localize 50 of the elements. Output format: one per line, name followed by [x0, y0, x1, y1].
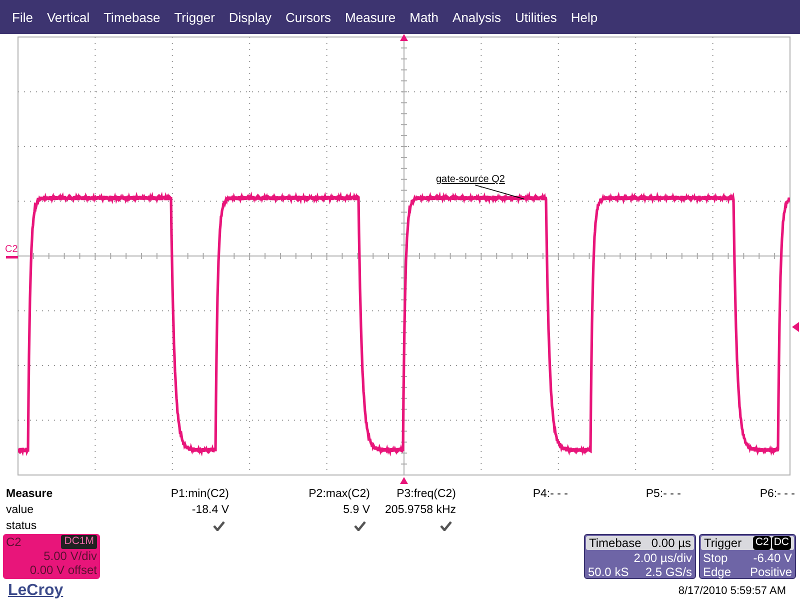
parameter-value: -18.4 V — [190, 503, 229, 518]
row-label: value — [6, 503, 34, 518]
menu-item[interactable]: Vertical — [40, 8, 97, 26]
channel-label: C2 — [5, 244, 18, 255]
trigger-type: Edge — [703, 565, 732, 579]
trigger-position-icon — [400, 477, 408, 484]
time-scale: 2.00 µs/div — [634, 551, 692, 565]
menu-item[interactable]: Display — [222, 8, 279, 26]
menu-item[interactable]: Timebase — [96, 8, 168, 26]
parameter-header[interactable]: P5:- - - — [568, 486, 681, 502]
sample-count: 50.0 kS — [588, 565, 629, 579]
menu-item[interactable]: Help — [564, 8, 605, 26]
channel-panel[interactable]: C2 DC1M 5.00 V/div 0.00 V offset — [3, 534, 100, 579]
brand-logo: LeCroy — [8, 582, 64, 600]
parameter-header[interactable]: P1:min(C2) — [100, 486, 229, 502]
menu-item[interactable]: Measure — [338, 8, 403, 26]
menu-item[interactable]: File — [5, 8, 40, 26]
menu-item[interactable]: Cursors — [278, 8, 338, 26]
measure-title: Measure — [6, 487, 54, 502]
vertical-offset: 0.00 V offset — [28, 563, 97, 577]
parameter-header[interactable]: P2:max(C2) — [229, 486, 370, 502]
parameter-value: 205.9758 kHz — [384, 503, 456, 518]
panel-title: Trigger — [704, 536, 742, 550]
trigger-level-icon — [792, 322, 799, 332]
parameter-value: 5.9 V — [342, 503, 370, 518]
timebase-delay: 0.00 µs — [651, 536, 691, 550]
parameter-header[interactable]: P4:- - - — [456, 486, 568, 502]
trigger-level: -6.40 V — [753, 551, 792, 565]
menu-item[interactable]: Trigger — [167, 8, 222, 26]
menu-item[interactable]: Math — [402, 8, 446, 26]
trigger-panel[interactable]: Trigger C2 DC Stop -6.40 V Edge Positive — [699, 534, 796, 579]
trigger-badge: C2 — [753, 536, 771, 550]
timestamp: 8/17/2010 5:59:57 AM — [678, 585, 786, 597]
timebase-panel[interactable]: Timebase 0.00 µs 2.00 µs/div 50.0 kS 2.5 GS/s — [584, 534, 696, 579]
ground-marker — [6, 256, 18, 258]
panel-title: Timebase — [589, 536, 642, 550]
leader-line — [474, 184, 524, 200]
trigger-slope: Positive — [750, 565, 792, 579]
coupling-badge: DC1M — [61, 535, 97, 549]
menu-item[interactable]: Analysis — [446, 8, 508, 26]
trigger-mode: Stop — [703, 551, 728, 565]
annotation-label: gate-source Q2 — [436, 174, 505, 185]
parameter-header[interactable]: P3:freq(C2) — [370, 486, 456, 502]
vertical-scale: 5.00 V/div — [42, 549, 97, 563]
row-label: status — [6, 519, 38, 534]
sample-rate: 2.5 GS/s — [645, 565, 692, 579]
channel-name: C2 — [6, 535, 22, 549]
parameter-header[interactable]: P6:- - - — [681, 486, 795, 502]
menu-item[interactable]: Utilities — [508, 8, 564, 26]
trigger-badge: DC — [772, 536, 791, 550]
